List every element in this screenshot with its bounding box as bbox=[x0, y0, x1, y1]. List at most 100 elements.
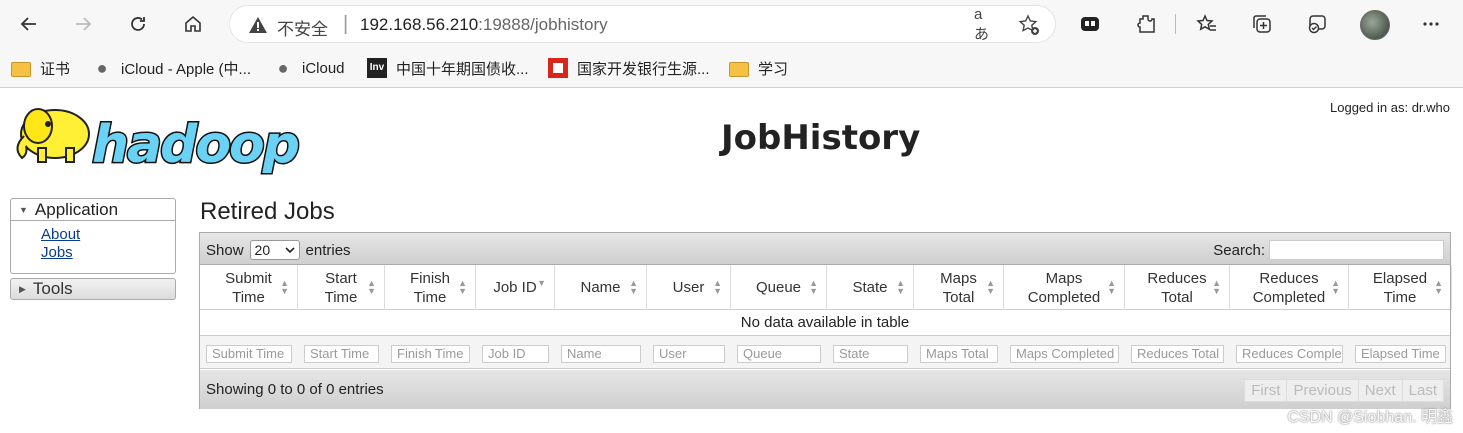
column-header[interactable]: Maps Completed ▲ ▼ bbox=[1004, 265, 1125, 310]
pager-next-button[interactable]: Next bbox=[1357, 379, 1403, 402]
entries-length-select[interactable]: 20 bbox=[249, 240, 300, 260]
bookmark-label: iCloud bbox=[302, 59, 345, 77]
hadoop-logo[interactable]: hadoop bbox=[10, 96, 330, 176]
column-header-label: Job ID bbox=[493, 279, 537, 296]
pager-first-button[interactable]: First bbox=[1244, 379, 1288, 402]
column-header-label: Queue bbox=[755, 279, 802, 296]
column-filter-input[interactable]: Reduces Comple bbox=[1236, 345, 1343, 363]
sort-icon: ▲ ▼ bbox=[1212, 278, 1221, 296]
forward-icon[interactable] bbox=[67, 8, 99, 40]
address-bar[interactable]: 不安全 | 192.168.56.210:19888/jobhistory aあ bbox=[229, 5, 1056, 43]
bookmark-item[interactable]: 学习 bbox=[729, 56, 788, 80]
column-header[interactable]: User ▲ ▼ bbox=[647, 265, 731, 310]
apple-icon: ● bbox=[277, 58, 289, 78]
column-header[interactable]: Name ▲ ▼ bbox=[555, 265, 647, 310]
column-header-label: Elapsed Time bbox=[1372, 269, 1428, 306]
bookmark-label: 国家开发银行生源... bbox=[577, 60, 710, 78]
nav-tools-header[interactable]: ▶ Tools bbox=[10, 278, 176, 300]
pagination: First Previous Next Last bbox=[1244, 379, 1444, 402]
read-aloud-icon[interactable]: aあ bbox=[974, 6, 996, 43]
search-input[interactable] bbox=[1269, 240, 1444, 260]
table-info: Showing 0 to 0 of 0 entries bbox=[206, 381, 384, 398]
bookmark-label: 中国十年期国债收... bbox=[396, 60, 529, 78]
bookmark-label: iCloud - Apple (中... bbox=[121, 60, 252, 78]
bookmark-label: 证书 bbox=[40, 60, 71, 78]
folder-icon bbox=[729, 61, 749, 77]
section-title: Retired Jobs bbox=[200, 198, 335, 225]
extension-app-icon[interactable] bbox=[1077, 11, 1103, 37]
security-label[interactable]: 不安全 bbox=[277, 15, 328, 40]
table-footer: Showing 0 to 0 of 0 entries First Previo… bbox=[200, 370, 1450, 409]
column-header-label: Submit Time bbox=[225, 269, 272, 306]
column-header[interactable]: Submit Time ▲ ▼ bbox=[200, 265, 298, 310]
performance-icon[interactable] bbox=[1304, 11, 1330, 37]
column-filter-input[interactable]: Job ID bbox=[482, 345, 549, 363]
refresh-icon[interactable] bbox=[122, 8, 154, 40]
column-filter-input[interactable]: Reduces Total bbox=[1131, 345, 1224, 363]
more-menu-icon[interactable] bbox=[1418, 11, 1444, 37]
logged-in-text: Logged in as: dr.who bbox=[1330, 100, 1450, 115]
nav-application-header[interactable]: ▼ Application bbox=[11, 199, 175, 221]
add-favorite-icon[interactable] bbox=[1018, 14, 1040, 36]
column-filter-input[interactable]: State bbox=[833, 345, 908, 363]
investing-icon: Inv bbox=[367, 58, 387, 78]
bookmark-item[interactable]: Inv 中国十年期国债收... bbox=[367, 56, 529, 80]
column-filter-input[interactable]: Elapsed Time bbox=[1355, 345, 1446, 363]
watermark: CSDN @Siobhan. 明鑫 bbox=[1287, 409, 1453, 426]
column-header[interactable]: Reduces Completed ▲ ▼ bbox=[1230, 265, 1349, 310]
sort-icon: ▲ ▼ bbox=[896, 278, 905, 296]
column-header[interactable]: Reduces Total ▲ ▼ bbox=[1125, 265, 1230, 310]
pager-previous-button[interactable]: Previous bbox=[1286, 379, 1359, 402]
column-filter-input[interactable]: User bbox=[653, 345, 725, 363]
bookmark-item[interactable]: 国家开发银行生源... bbox=[548, 56, 710, 80]
sort-icon: ▲ ▼ bbox=[367, 278, 376, 296]
sort-icon: ▲ ▼ bbox=[1434, 278, 1443, 296]
search-control: Search: bbox=[1213, 240, 1444, 260]
chevron-down-icon bbox=[284, 247, 295, 253]
extensions-icon[interactable] bbox=[1133, 11, 1159, 37]
collections-icon[interactable] bbox=[1249, 11, 1275, 37]
column-filter-input[interactable]: Maps Completed bbox=[1010, 345, 1119, 363]
apple-icon: ● bbox=[96, 58, 108, 78]
cdb-icon bbox=[548, 58, 568, 78]
profile-avatar[interactable] bbox=[1360, 10, 1390, 40]
warning-icon[interactable] bbox=[248, 15, 268, 35]
column-filter-input[interactable]: Name bbox=[561, 345, 641, 363]
column-header[interactable]: Start Time ▲ ▼ bbox=[298, 265, 385, 310]
expanded-triangle-icon: ▼ bbox=[19, 204, 28, 215]
column-header-label: Start Time bbox=[324, 269, 358, 306]
column-header[interactable]: Elapsed Time ▲ ▼ bbox=[1349, 265, 1452, 310]
column-filter-input[interactable]: Finish Time bbox=[391, 345, 470, 363]
sort-icon: ▲ ▼ bbox=[1331, 278, 1340, 296]
column-header[interactable]: Job ID ▼ bbox=[476, 265, 555, 310]
column-header[interactable]: State ▲ ▼ bbox=[827, 265, 914, 310]
column-header-label: User bbox=[672, 279, 705, 296]
bookmark-item[interactable]: 证书 bbox=[11, 56, 70, 80]
collapsed-triangle-icon: ▶ bbox=[19, 283, 26, 294]
sort-desc-icon: ▼ bbox=[537, 278, 546, 288]
toolbar-divider bbox=[1175, 14, 1176, 34]
column-filter-input[interactable]: Maps Total bbox=[920, 345, 998, 363]
column-filter-input[interactable]: Submit Time bbox=[206, 345, 292, 363]
length-control: Show 20 entries bbox=[206, 240, 351, 260]
column-filter-input[interactable]: Start Time bbox=[304, 345, 379, 363]
back-icon[interactable] bbox=[13, 8, 45, 40]
browser-toolbar: 不安全 | 192.168.56.210:19888/jobhistory aあ bbox=[0, 0, 1463, 48]
bookmark-item[interactable]: ● iCloud bbox=[273, 56, 345, 80]
table-toolbar: Show 20 entries Search: bbox=[200, 233, 1450, 265]
nav-link-jobs[interactable]: Jobs bbox=[41, 244, 175, 262]
column-filter-row: Submit Time Start Time Finish Time Job ID Na… bbox=[200, 335, 1450, 369]
sort-icon: ▲ ▼ bbox=[629, 278, 638, 296]
column-header[interactable]: Maps Total ▲ ▼ bbox=[914, 265, 1004, 310]
favorites-icon[interactable] bbox=[1194, 11, 1220, 37]
home-icon[interactable] bbox=[177, 8, 209, 40]
sort-icon: ▲ ▼ bbox=[809, 278, 818, 296]
column-filter-input[interactable]: Queue bbox=[737, 345, 821, 363]
nav-link-about[interactable]: About bbox=[41, 226, 175, 244]
url-text[interactable]: 192.168.56.210:19888/jobhistory bbox=[360, 15, 608, 35]
pager-last-button[interactable]: Last bbox=[1401, 379, 1444, 402]
column-header[interactable]: Queue ▲ ▼ bbox=[731, 265, 827, 310]
folder-icon bbox=[11, 61, 31, 77]
bookmark-item[interactable]: ● iCloud - Apple (中... bbox=[92, 56, 252, 80]
column-header[interactable]: Finish Time ▲ ▼ bbox=[385, 265, 476, 310]
